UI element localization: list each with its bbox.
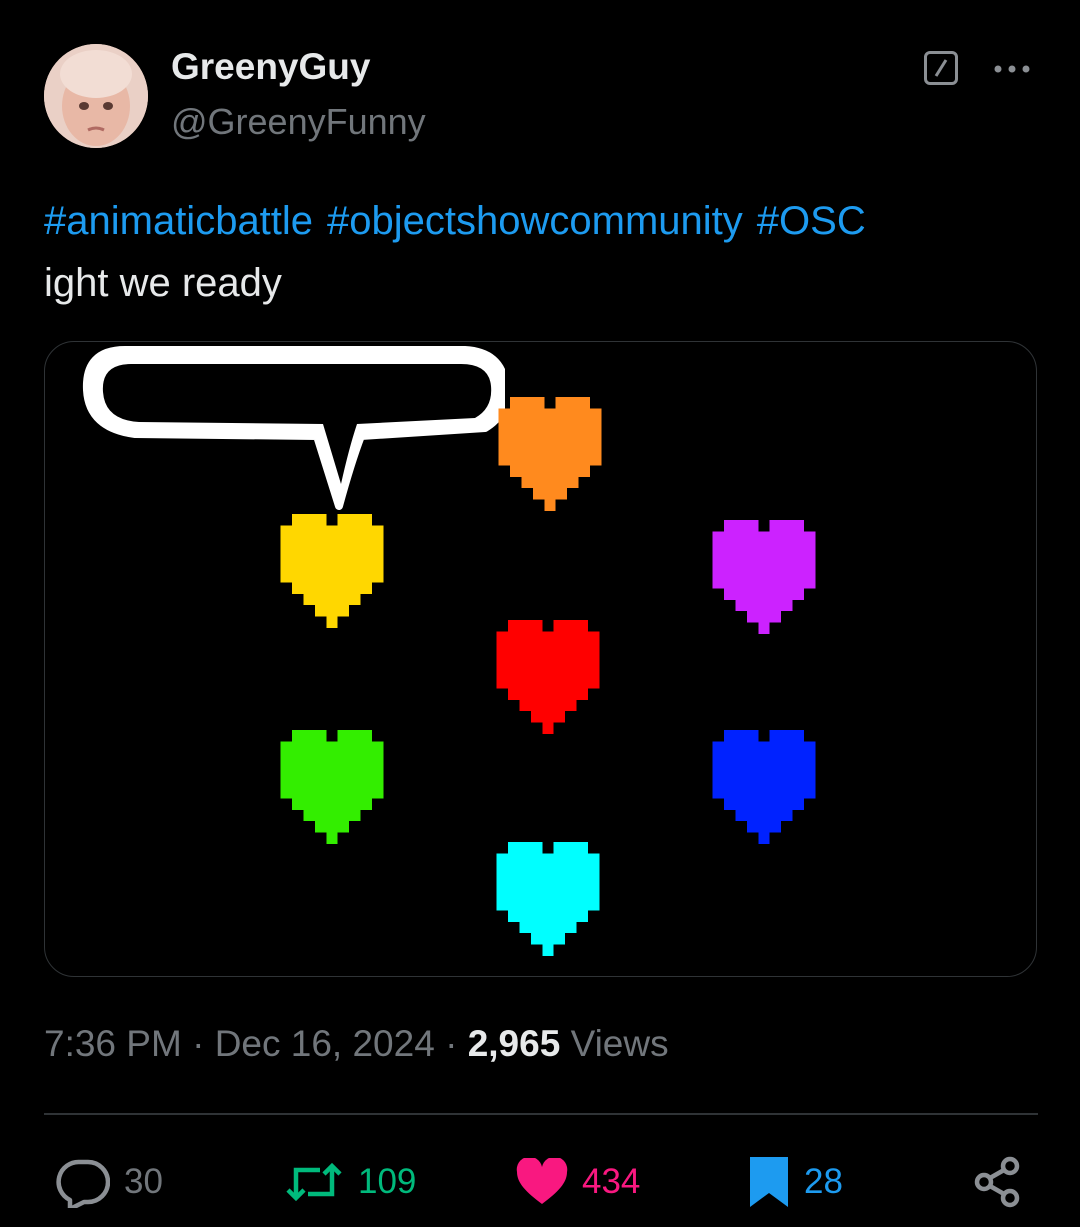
tweet-media-image[interactable]: ab 4 is written xyxy=(44,341,1037,977)
author-display-name[interactable]: GreenyGuy xyxy=(171,46,370,88)
speech-bubble-text: ab 4 is written xyxy=(111,367,456,417)
divider xyxy=(44,1113,1038,1115)
hashtags: #animaticbattle #objectshowcommunity #OSC xyxy=(44,190,1044,252)
red-heart xyxy=(496,620,600,734)
yellow-heart xyxy=(280,514,384,628)
reply-button[interactable]: 30 xyxy=(56,1152,163,1212)
hashtag-link[interactable]: #objectshowcommunity xyxy=(327,199,743,243)
retweet-icon xyxy=(286,1162,342,1202)
like-button[interactable]: 434 xyxy=(516,1152,640,1212)
purple-heart xyxy=(712,520,816,634)
hashtag-link[interactable]: #OSC xyxy=(757,199,866,243)
tweet-time[interactable]: 7:36 PM xyxy=(44,1023,182,1064)
reply-count: 30 xyxy=(124,1162,163,1201)
bookmark-icon xyxy=(750,1157,788,1207)
cyan-heart xyxy=(496,842,600,956)
retweet-count: 109 xyxy=(358,1162,417,1201)
like-count: 434 xyxy=(582,1162,641,1201)
heart-icon xyxy=(516,1158,568,1204)
reply-icon xyxy=(56,1159,110,1208)
more-options-icon[interactable] xyxy=(992,52,1036,82)
meta-separator: · xyxy=(445,1023,458,1064)
grok-icon[interactable] xyxy=(924,51,958,85)
bookmark-count: 28 xyxy=(804,1162,843,1201)
bookmark-button[interactable]: 28 xyxy=(748,1152,843,1212)
orange-heart xyxy=(498,397,602,511)
blue-heart xyxy=(712,730,816,844)
green-heart xyxy=(280,730,384,844)
tweet-date[interactable]: Dec 16, 2024 xyxy=(215,1023,435,1064)
tweet-body: ight we ready xyxy=(44,261,282,305)
hashtag-link[interactable]: #animaticbattle xyxy=(44,199,313,243)
views-label: Views xyxy=(570,1023,669,1064)
share-button[interactable] xyxy=(972,1152,1022,1212)
author-handle[interactable]: @GreenyFunny xyxy=(171,101,426,143)
meta-separator: · xyxy=(192,1023,205,1064)
tweet-meta: 7:36 PM · Dec 16, 2024 · 2,965 Views xyxy=(44,1023,669,1065)
share-icon xyxy=(974,1156,1020,1208)
views-count: 2,965 xyxy=(467,1023,561,1064)
retweet-button[interactable]: 109 xyxy=(284,1152,416,1212)
tweet-text: #animaticbattle #objectshowcommunity #OSC … xyxy=(44,190,1044,314)
avatar[interactable] xyxy=(44,44,148,148)
